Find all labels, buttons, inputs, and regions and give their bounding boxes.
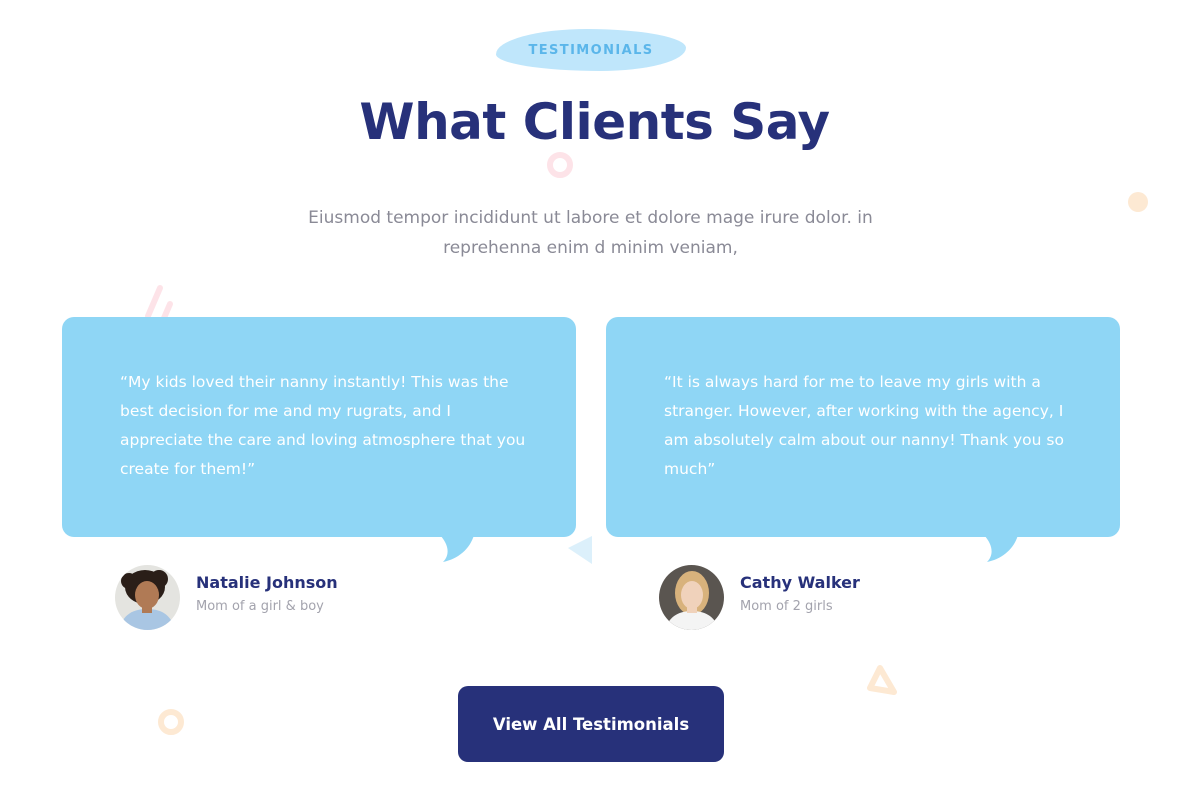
author-role: Mom of a girl & boy [196, 598, 324, 614]
testimonial-card: “My kids loved their nanny instantly! Th… [62, 317, 576, 562]
author-name: Cathy Walker [740, 572, 860, 592]
view-all-testimonials-button[interactable]: View All Testimonials [458, 686, 724, 762]
testimonial-author: Cathy Walker Mom of 2 girls [659, 564, 860, 630]
author-details: Cathy Walker Mom of 2 girls [740, 572, 860, 617]
testimonials-badge: TESTIMONIALS [496, 29, 686, 71]
speech-bubble-tail-icon [440, 535, 474, 562]
testimonial-author: Natalie Johnson Mom of a girl & boy [115, 564, 338, 630]
pink-strokes-decoration [145, 285, 173, 321]
testimonial-quote: “It is always hard for me to leave my gi… [664, 373, 1064, 478]
peach-ring-decoration [158, 709, 184, 735]
section-title: What Clients Say [359, 93, 830, 151]
woman-blonde-hair-avatar-icon [659, 564, 724, 630]
light-blue-triangle-decoration [568, 536, 592, 564]
author-name: Natalie Johnson [196, 572, 338, 592]
woman-curly-hair-avatar-icon [115, 564, 180, 630]
author-role: Mom of 2 girls [740, 598, 833, 614]
speech-bubble-tail-icon [984, 535, 1018, 562]
peach-triangle-decoration [867, 665, 897, 695]
badge-label: TESTIMONIALS [528, 42, 654, 58]
peach-dot-decoration [1128, 192, 1148, 212]
testimonial-quote: “My kids loved their nanny instantly! Th… [120, 373, 526, 478]
section-intro: Eiusmod tempor incididunt ut labore et d… [308, 208, 873, 258]
testimonial-card: “It is always hard for me to leave my gi… [606, 317, 1120, 562]
author-details: Natalie Johnson Mom of a girl & boy [196, 572, 338, 617]
